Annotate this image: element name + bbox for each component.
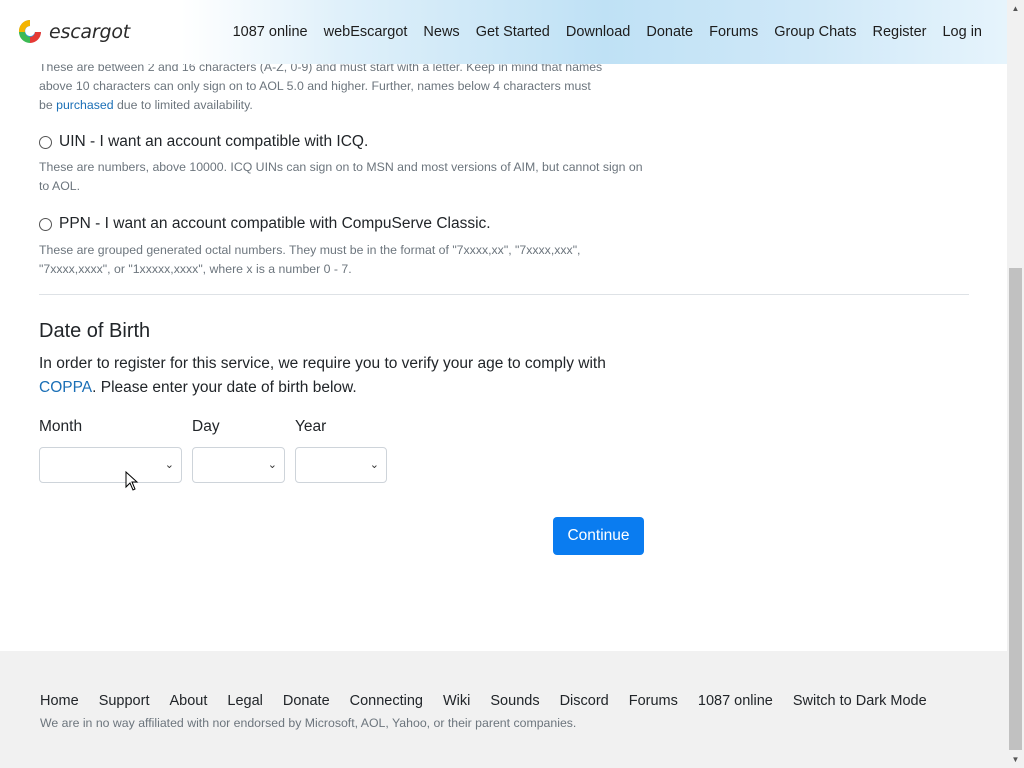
- chevron-down-icon: ⌄: [369, 459, 379, 471]
- screen-name-help-line3: be purchased due to limited availability…: [39, 96, 644, 115]
- footer-link-about[interactable]: About: [169, 693, 207, 709]
- ppn-help: These are grouped generated octal number…: [39, 243, 581, 276]
- footer-link-discord[interactable]: Discord: [560, 693, 609, 709]
- footer-link-home[interactable]: Home: [40, 693, 79, 709]
- day-select[interactable]: ⌄: [192, 447, 285, 483]
- scrollbar-thumb[interactable]: [1009, 268, 1022, 750]
- footer-link-dark-mode[interactable]: Switch to Dark Mode: [793, 693, 927, 709]
- scroll-down-arrow-icon[interactable]: ▼: [1007, 751, 1024, 768]
- continue-button[interactable]: Continue: [553, 517, 644, 555]
- nav-get-started[interactable]: Get Started: [476, 24, 550, 40]
- scroll-up-arrow-icon[interactable]: ▲: [1007, 0, 1024, 17]
- section-divider: [39, 294, 969, 295]
- footer-link-wiki[interactable]: Wiki: [443, 693, 470, 709]
- uin-radio[interactable]: [39, 135, 52, 149]
- screen-name-help-line2: above 10 characters can only sign on to …: [39, 79, 591, 93]
- nav-menu: 1087 online webEscargot News Get Started…: [217, 24, 982, 40]
- dob-description: In order to register for this service, w…: [39, 352, 649, 400]
- footer-link-forums[interactable]: Forums: [629, 693, 678, 709]
- footer-links: Home Support About Legal Donate Connecti…: [40, 693, 947, 709]
- ppn-radio[interactable]: [39, 217, 52, 231]
- year-label: Year: [295, 418, 327, 435]
- help-text: be: [39, 98, 57, 112]
- escargot-logo-icon: [18, 19, 41, 43]
- footer-link-legal[interactable]: Legal: [227, 693, 262, 709]
- uin-label: UIN - I want an account compatible with …: [59, 133, 369, 150]
- footer-link-donate[interactable]: Donate: [283, 693, 330, 709]
- nav-log-in[interactable]: Log in: [942, 24, 982, 40]
- screen-name-help: These are between 2 and 16 characters (A…: [39, 58, 644, 115]
- help-text: due to limited availability.: [113, 98, 253, 112]
- year-select[interactable]: ⌄: [295, 447, 387, 483]
- footer: Home Support About Legal Donate Connecti…: [0, 651, 1007, 768]
- coppa-link[interactable]: COPPA: [39, 379, 92, 396]
- purchased-link[interactable]: purchased: [56, 98, 113, 112]
- footer-link-sounds[interactable]: Sounds: [490, 693, 539, 709]
- nav-register[interactable]: Register: [872, 24, 926, 40]
- top-navbar: escargot 1087 online webEscargot News Ge…: [0, 0, 1007, 64]
- nav-forums[interactable]: Forums: [709, 24, 758, 40]
- dob-heading: Date of Birth: [39, 320, 151, 342]
- day-label: Day: [192, 418, 220, 435]
- chevron-down-icon: ⌄: [267, 459, 277, 471]
- logo-text: escargot: [49, 21, 131, 43]
- nav-online-count[interactable]: 1087 online: [233, 24, 308, 40]
- ppn-label: PPN - I want an account compatible with …: [59, 215, 491, 232]
- logo[interactable]: escargot: [18, 18, 130, 46]
- nav-donate[interactable]: Donate: [646, 24, 693, 40]
- vertical-scrollbar[interactable]: ▲ ▼: [1007, 0, 1024, 768]
- footer-link-online[interactable]: 1087 online: [698, 693, 773, 709]
- dob-text: . Please enter your date of birth below.: [92, 379, 357, 396]
- uin-option[interactable]: UIN - I want an account compatible with …: [39, 133, 368, 151]
- month-label: Month: [39, 418, 83, 435]
- nav-download[interactable]: Download: [566, 24, 631, 40]
- nav-group-chats[interactable]: Group Chats: [774, 24, 856, 40]
- dob-text: In order to register for this service, w…: [39, 355, 606, 372]
- chevron-down-icon: ⌄: [164, 459, 174, 471]
- nav-news[interactable]: News: [423, 24, 459, 40]
- footer-disclaimer: We are in no way affiliated with nor end…: [40, 716, 577, 730]
- ppn-option[interactable]: PPN - I want an account compatible with …: [39, 215, 491, 233]
- uin-help: These are numbers, above 10000. ICQ UINs…: [39, 160, 643, 193]
- footer-link-support[interactable]: Support: [99, 693, 150, 709]
- nav-webescargot[interactable]: webEscargot: [324, 24, 408, 40]
- month-select[interactable]: ⌄: [39, 447, 182, 483]
- footer-link-connecting[interactable]: Connecting: [350, 693, 423, 709]
- mouse-cursor-icon: [125, 470, 139, 496]
